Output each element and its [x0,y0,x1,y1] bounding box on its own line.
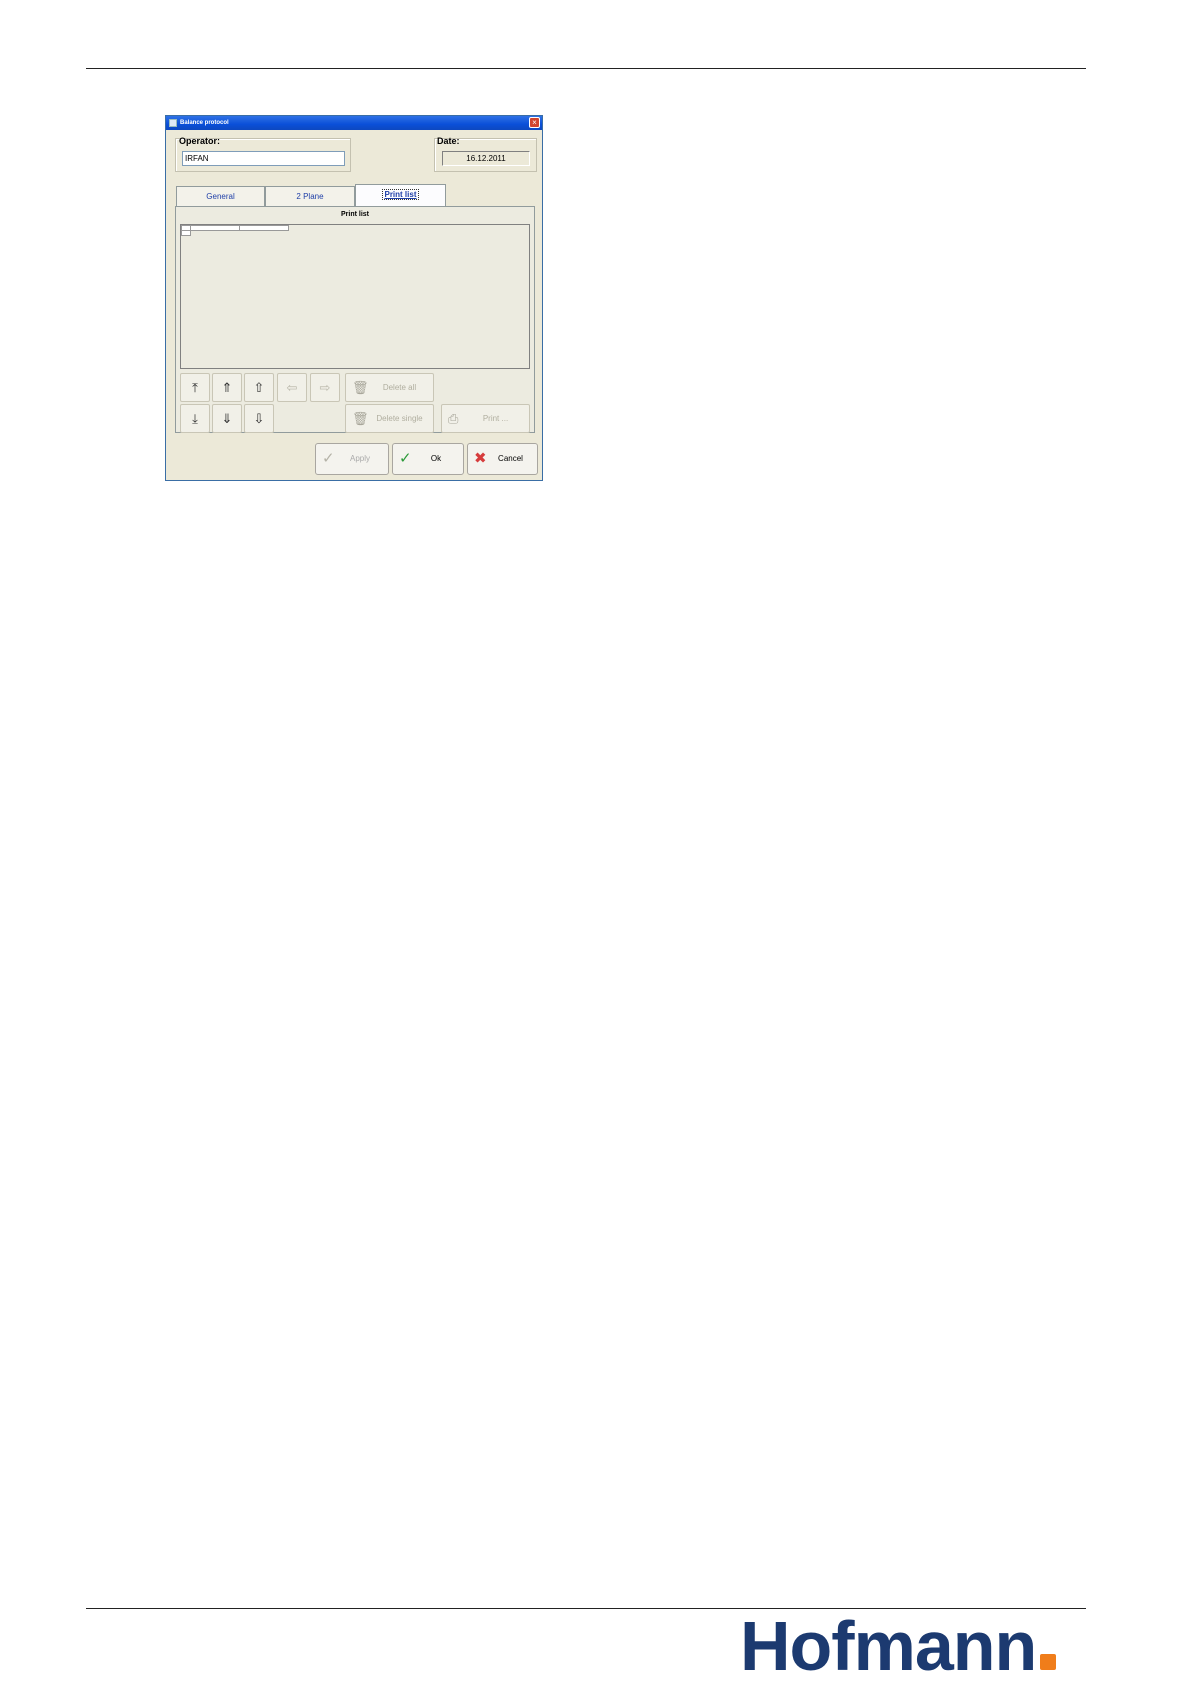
date-field: 16.12.2011 [442,151,530,166]
move-page-down-button[interactable]: ⇓ [212,404,242,433]
move-bottom-button[interactable]: ⤓ [180,404,210,433]
ok-label: Ok [430,454,442,463]
brand-name: Hofmann [740,1607,1037,1685]
grid-header-cell [239,225,289,231]
title-bar[interactable]: Balance protocol × [166,116,542,130]
logo-dot-icon [1040,1654,1057,1670]
arrow-right-icon: ⇨ [319,380,331,395]
delete-single-button[interactable]: 🗑 Delete single [345,404,434,433]
ok-button[interactable]: ✓ Ok [392,443,464,475]
close-icon[interactable]: × [529,117,540,128]
move-up-button[interactable]: ⇧ [244,373,274,402]
print-list-title: Print list [340,211,369,218]
grid-header-cell [190,225,240,231]
app-icon [169,119,177,127]
tab-print-list-label: Print list [382,189,419,200]
double-arrow-up-icon: ⇑ [221,380,233,395]
header-rule [86,68,1086,69]
delete-all-label: Delete all [382,383,417,392]
move-top-icon: ⤒ [192,380,198,395]
move-right-button[interactable]: ⇨ [310,373,340,402]
window-title: Balance protocol [180,120,229,126]
print-label: Print ... [482,414,509,423]
apply-label: Apply [349,454,370,463]
apply-button[interactable]: ✓ Apply [315,443,389,475]
print-list-box[interactable] [180,224,530,369]
tab-2-plane[interactable]: 2 Plane [265,186,355,206]
tab-general[interactable]: General [176,186,265,206]
hofmann-logo: Hofmann [740,1608,1090,1684]
operator-label: Operator: [179,136,221,146]
cancel-button[interactable]: ✖ Cancel [467,443,538,475]
arrow-up-icon: ⇧ [253,380,265,395]
delete-single-label: Delete single [376,414,423,423]
date-label: Date: [437,136,460,146]
move-down-button[interactable]: ⇩ [244,404,274,433]
grid-row-cell [181,230,191,236]
print-list-panel: Print list ⤒ ⇑ ⇧ ⇦ ⇨ 🗑 Delete all ⤓ ⇓ ⇩ … [175,206,535,433]
arrow-left-icon: ⇦ [286,380,298,395]
operator-input[interactable]: IRFAN [182,151,345,166]
tab-print-list[interactable]: Print list [355,184,446,206]
move-bottom-icon: ⤓ [192,411,198,426]
print-button[interactable]: ⎙ Print ... [441,404,530,433]
arrow-down-icon: ⇩ [253,411,265,426]
move-top-button[interactable]: ⤒ [180,373,210,402]
balance-protocol-dialog: Balance protocol × Operator: IRFAN Date:… [165,115,543,481]
delete-all-button[interactable]: 🗑 Delete all [345,373,434,402]
move-page-up-button[interactable]: ⇑ [212,373,242,402]
cancel-label: Cancel [498,454,523,463]
move-left-button[interactable]: ⇦ [277,373,307,402]
double-arrow-down-icon: ⇓ [221,411,233,426]
